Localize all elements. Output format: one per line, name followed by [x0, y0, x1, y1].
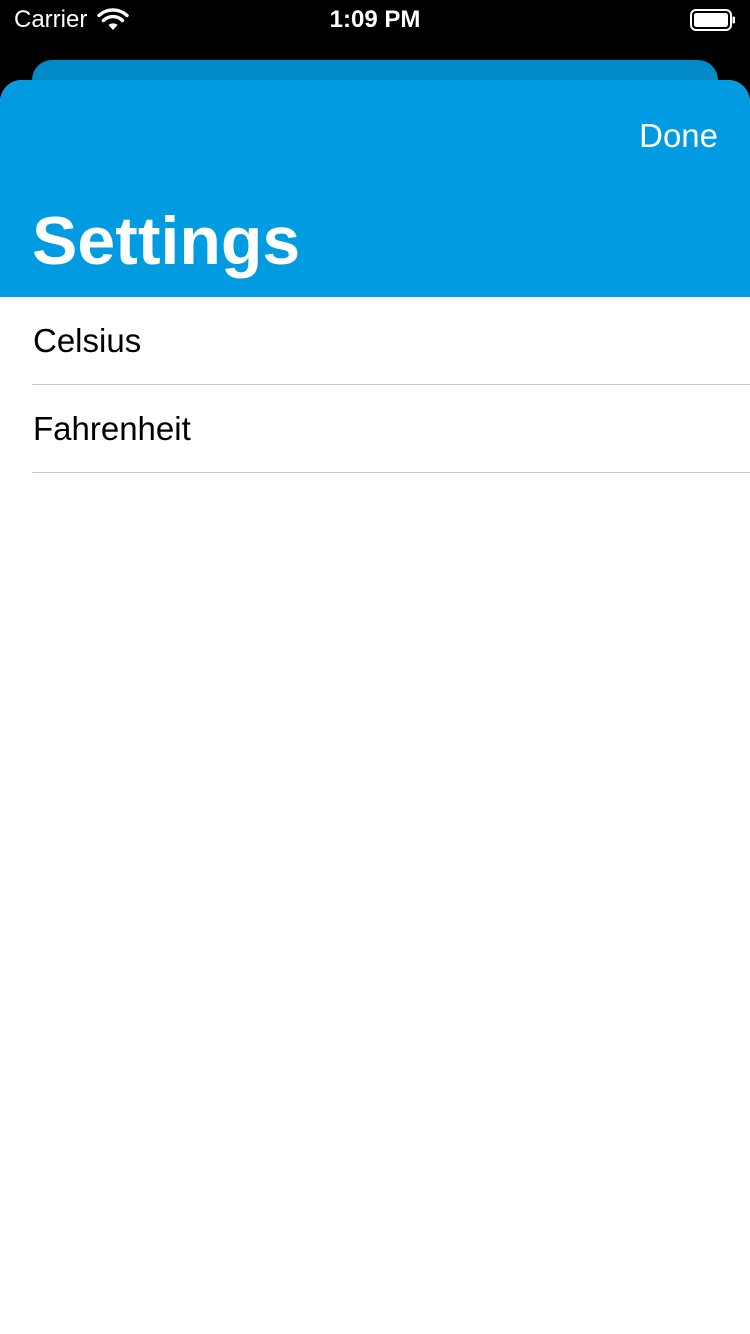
units-list: Celsius Fahrenheit: [0, 297, 750, 473]
list-item-fahrenheit[interactable]: Fahrenheit: [32, 385, 750, 473]
page-title: Settings: [32, 203, 301, 279]
navigation-header: Done Settings: [0, 80, 750, 297]
list-item-label: Celsius: [33, 322, 142, 359]
list-item-label: Fahrenheit: [33, 410, 191, 447]
status-bar: Carrier 1:09 PM: [0, 0, 750, 40]
status-time: 1:09 PM: [329, 6, 421, 33]
settings-sheet: Done Settings Celsius Fahrenheit: [0, 80, 750, 1334]
list-item-celsius[interactable]: Celsius: [32, 297, 750, 385]
battery-full-icon: [690, 9, 735, 31]
done-button[interactable]: Done: [639, 116, 718, 156]
